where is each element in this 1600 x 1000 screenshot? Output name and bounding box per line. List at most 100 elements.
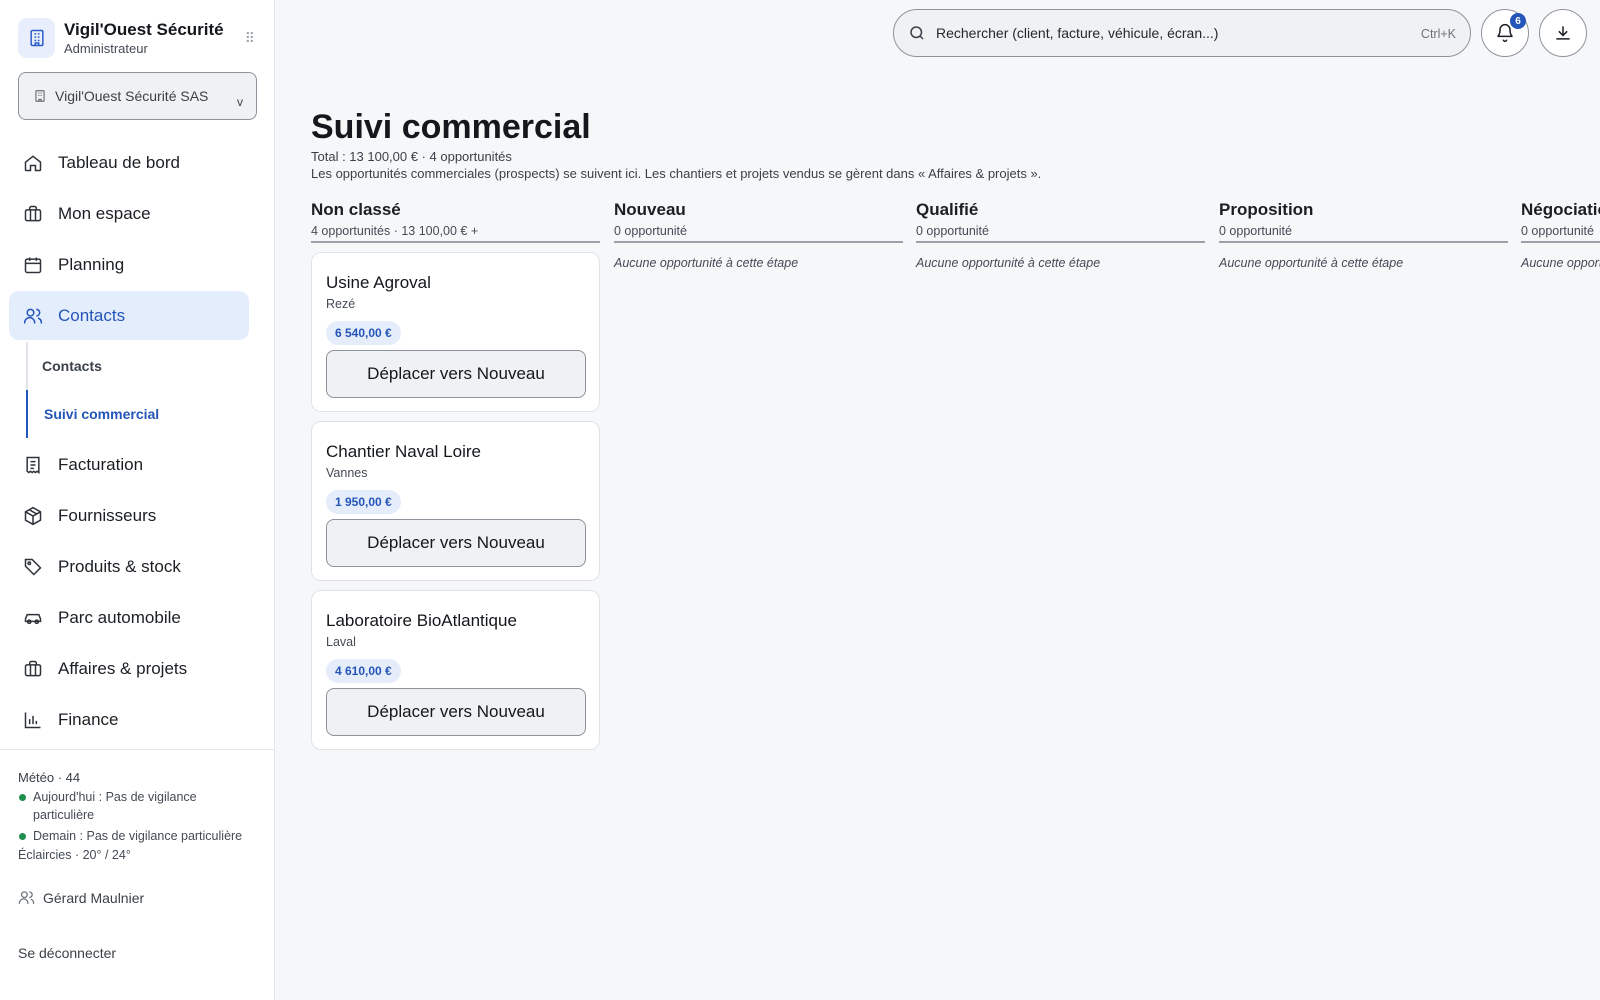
bar-chart-icon bbox=[22, 709, 44, 731]
notifications-button[interactable]: 6 bbox=[1481, 9, 1529, 57]
users-icon bbox=[22, 305, 44, 327]
meteo-tomorrow-text: Demain : Pas de vigilance particulière bbox=[33, 829, 243, 843]
nav-item-mon-espace[interactable]: Mon espace bbox=[9, 189, 249, 238]
car-icon bbox=[22, 607, 44, 629]
building-icon bbox=[33, 89, 47, 103]
opportunity-city: Rezé bbox=[326, 297, 356, 311]
opportunity-amount-badge: 6 540,00 € bbox=[326, 321, 401, 345]
pipeline-column-qualifie: Qualifié 0 opportunité Aucune opportunit… bbox=[916, 199, 1205, 270]
nav-item-label: Contacts bbox=[58, 305, 126, 325]
meteo-today-text: Aujourd'hui : Pas de vigilance particuli… bbox=[33, 790, 197, 822]
opportunity-card[interactable]: Usine Agroval Rezé 6 540,00 € Déplacer v… bbox=[311, 252, 600, 412]
nav-item-finance[interactable]: Finance bbox=[9, 695, 249, 744]
column-empty-message: Aucune opportunité à cette étape bbox=[1219, 256, 1404, 270]
sidebar: Vigil'Ouest Sécurité Administrateur ⠿ Vi… bbox=[0, 0, 275, 1000]
meteo-today: Aujourd'hui : Pas de vigilance particuli… bbox=[18, 788, 257, 824]
status-dot-icon bbox=[19, 794, 26, 801]
nav-item-tableau-de-bord[interactable]: Tableau de bord bbox=[9, 138, 249, 187]
column-header: Nouveau 0 opportunité bbox=[614, 199, 903, 243]
opportunity-title: Usine Agroval bbox=[326, 273, 431, 292]
nav-item-planning[interactable]: Planning bbox=[9, 240, 249, 289]
column-header: Proposition 0 opportunité bbox=[1219, 199, 1508, 243]
contacts-subnav: Contacts Suivi commercial bbox=[26, 342, 246, 438]
organization-select[interactable]: Vigil'Ouest Sécurité SAS v bbox=[18, 72, 257, 120]
page-title: Suivi commercial bbox=[311, 108, 591, 146]
opportunity-city: Laval bbox=[326, 635, 356, 649]
search-placeholder: Rechercher (client, facture, véhicule, é… bbox=[936, 25, 1219, 41]
logout-link[interactable]: Se déconnecter bbox=[18, 945, 257, 961]
search-icon bbox=[908, 24, 926, 42]
subnav-item-suivi-commercial[interactable]: Suivi commercial bbox=[26, 390, 246, 438]
nav-item-fournisseurs[interactable]: Fournisseurs bbox=[9, 491, 249, 540]
opportunity-card[interactable]: Chantier Naval Loire Vannes 1 950,00 € D… bbox=[311, 421, 600, 581]
page-helper-text: Les opportunités commerciales (prospects… bbox=[311, 166, 1042, 181]
pipeline-total: Total : 13 100,00 € · 4 opportunités bbox=[311, 149, 512, 164]
brand-role: Administrateur bbox=[64, 41, 148, 56]
column-title: Non classé bbox=[311, 200, 401, 219]
main-content: Suivi commercial Total : 13 100,00 € · 4… bbox=[311, 100, 1600, 1000]
nav-item-facturation[interactable]: Facturation bbox=[9, 440, 249, 489]
opportunity-city: Vannes bbox=[326, 466, 368, 480]
pipeline-column-non-classe: Non classé 4 opportunités · 13 100,00 € … bbox=[311, 199, 600, 750]
grip-icon[interactable]: ⠿ bbox=[245, 30, 255, 47]
meteo-tomorrow: Demain : Pas de vigilance particulière bbox=[18, 827, 257, 845]
global-search[interactable]: Rechercher (client, facture, véhicule, é… bbox=[893, 9, 1471, 57]
column-count: 4 opportunités · 13 100,00 € + bbox=[311, 224, 479, 238]
search-shortcut: Ctrl+K bbox=[1420, 27, 1456, 41]
nav-item-label: Finance bbox=[58, 709, 119, 729]
nav-item-label: Planning bbox=[58, 254, 125, 274]
opportunity-title: Chantier Naval Loire bbox=[326, 442, 481, 461]
opportunity-amount-badge: 1 950,00 € bbox=[326, 490, 401, 514]
briefcase-icon bbox=[22, 203, 44, 225]
column-header: Qualifié 0 opportunité bbox=[916, 199, 1205, 243]
tag-icon bbox=[22, 556, 44, 578]
column-title: Proposition bbox=[1219, 200, 1314, 219]
nav-item-label: Facturation bbox=[58, 454, 144, 474]
user-name: Gérard Maulnier bbox=[43, 889, 145, 906]
pipeline-board: Non classé 4 opportunités · 13 100,00 € … bbox=[311, 199, 1600, 999]
nav-item-label: Produits & stock bbox=[58, 556, 181, 576]
column-empty-message: Aucune opportunité à cette étape bbox=[614, 256, 799, 270]
move-to-nouveau-button[interactable]: Déplacer vers Nouveau bbox=[326, 519, 586, 567]
nav-item-parc-automobile[interactable]: Parc automobile bbox=[9, 593, 249, 642]
nav-item-label: Parc automobile bbox=[58, 607, 181, 627]
package-icon bbox=[22, 505, 44, 527]
nav-item-label: Mon espace bbox=[58, 203, 151, 223]
pipeline-column-nouveau: Nouveau 0 opportunité Aucune opportunité… bbox=[614, 199, 903, 270]
current-user[interactable]: Gérard Maulnier bbox=[18, 889, 257, 906]
briefcase-icon bbox=[22, 658, 44, 680]
download-icon bbox=[1553, 23, 1573, 43]
chevron-down-icon: v bbox=[237, 95, 243, 109]
move-to-nouveau-button[interactable]: Déplacer vers Nouveau bbox=[326, 688, 586, 736]
organization-value: Vigil'Ouest Sécurité SAS bbox=[55, 88, 209, 104]
opportunity-card[interactable]: Laboratoire BioAtlantique Laval 4 610,00… bbox=[311, 590, 600, 750]
status-dot-icon bbox=[19, 833, 26, 840]
column-empty-message: Aucune opportunité à cette étape bbox=[916, 256, 1101, 270]
opportunity-amount-badge: 4 610,00 € bbox=[326, 659, 401, 683]
column-title: Négociation bbox=[1521, 200, 1600, 219]
opportunity-title: Laboratoire BioAtlantique bbox=[326, 611, 517, 630]
building-icon bbox=[18, 18, 55, 58]
meteo-forecast: Éclaircies · 20° / 24° bbox=[18, 848, 131, 862]
download-button[interactable] bbox=[1539, 9, 1587, 57]
main-nav: Tableau de bord Mon espace Planning Cont… bbox=[0, 138, 275, 746]
pipeline-column-negociation: Négociation 0 opportunité Aucune opportu… bbox=[1521, 199, 1600, 270]
nav-item-affaires-projets[interactable]: Affaires & projets bbox=[9, 644, 249, 693]
users-icon bbox=[18, 889, 35, 906]
column-count: 0 opportunité bbox=[1219, 224, 1292, 238]
column-count: 0 opportunité bbox=[1521, 224, 1594, 238]
brand: Vigil'Ouest Sécurité Administrateur ⠿ bbox=[18, 18, 258, 62]
nav-item-contacts[interactable]: Contacts bbox=[9, 291, 249, 340]
move-to-nouveau-button[interactable]: Déplacer vers Nouveau bbox=[326, 350, 586, 398]
pipeline-column-proposition: Proposition 0 opportunité Aucune opportu… bbox=[1219, 199, 1508, 270]
home-icon bbox=[22, 152, 44, 174]
notification-badge: 6 bbox=[1510, 13, 1526, 29]
nav-item-label: Tableau de bord bbox=[58, 152, 180, 172]
brand-name: Vigil'Ouest Sécurité bbox=[64, 20, 224, 39]
column-count: 0 opportunité bbox=[916, 224, 989, 238]
column-header: Non classé 4 opportunités · 13 100,00 € … bbox=[311, 199, 600, 243]
subnav-item-contacts[interactable]: Contacts bbox=[28, 342, 246, 390]
column-count: 0 opportunité bbox=[614, 224, 687, 238]
nav-item-produits-stock[interactable]: Produits & stock bbox=[9, 542, 249, 591]
column-title: Qualifié bbox=[916, 200, 979, 219]
